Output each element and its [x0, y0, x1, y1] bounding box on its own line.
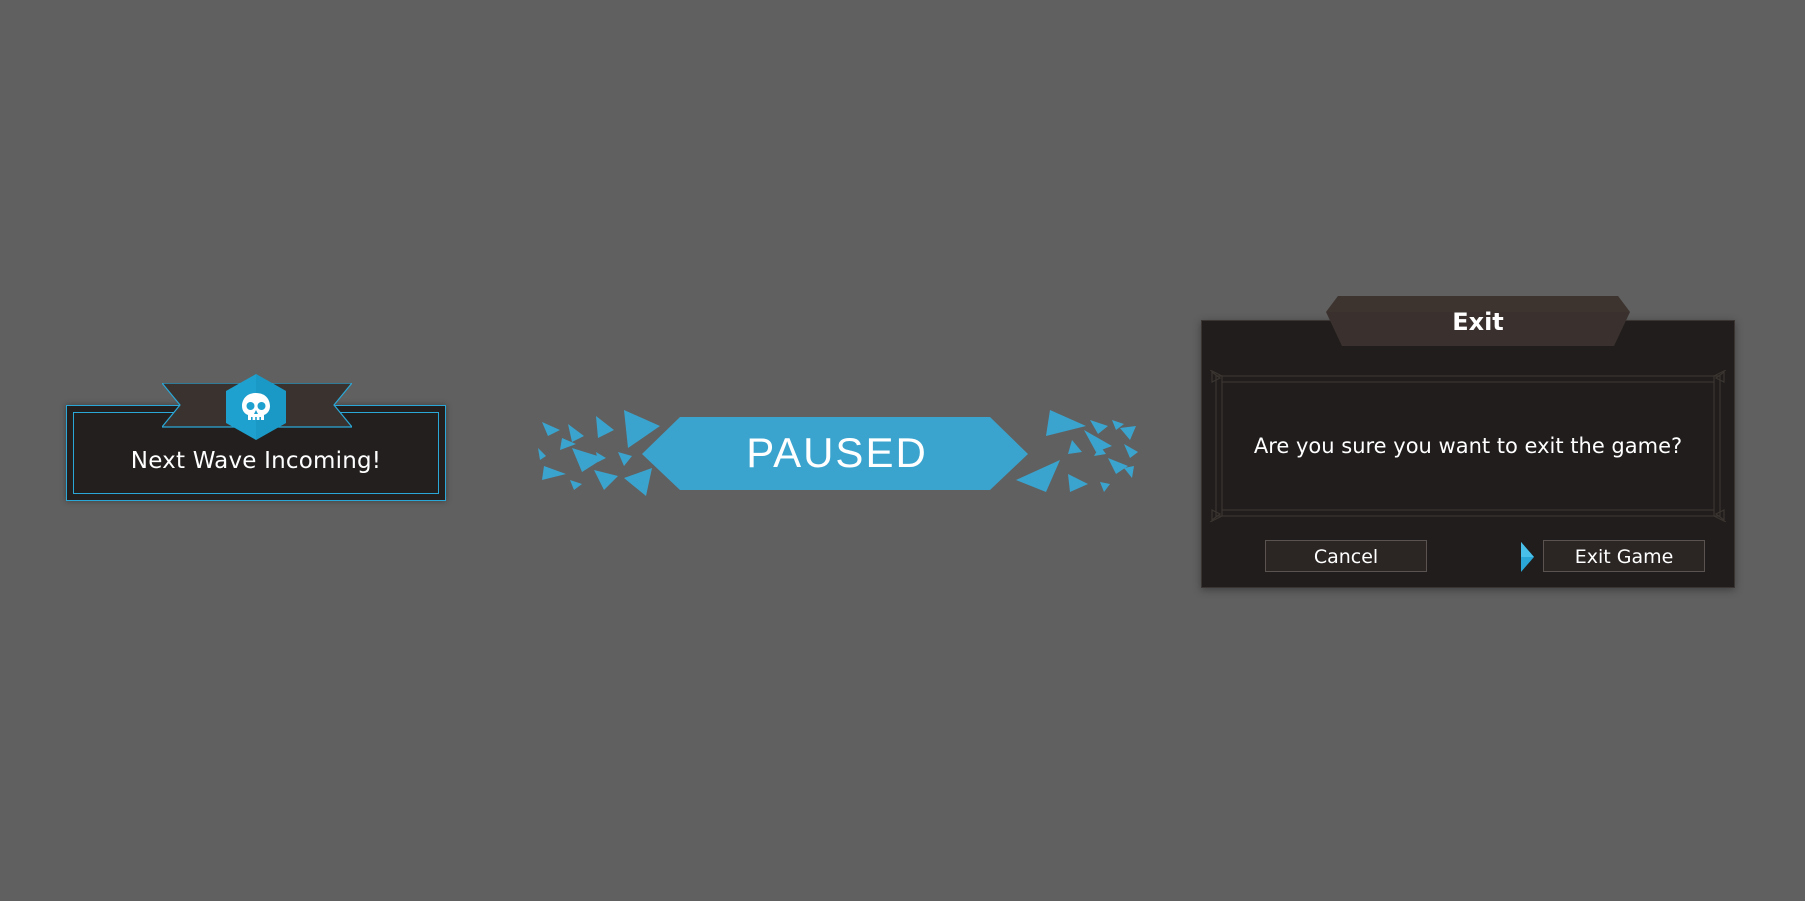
right-shards	[1016, 410, 1138, 492]
cancel-button[interactable]: Cancel	[1265, 540, 1427, 572]
exit-game-button[interactable]: Exit Game	[1543, 540, 1705, 572]
paused-banner: PAUSED	[534, 404, 1140, 504]
skull-icon	[226, 374, 286, 440]
wave-notification: Next Wave Incoming!	[66, 373, 448, 503]
exit-dialog-message: Are you sure you want to exit the game?	[1253, 434, 1683, 458]
exit-dialog-title: Exit	[1452, 308, 1504, 336]
selection-arrow-icon	[1521, 542, 1534, 572]
left-shards	[538, 410, 660, 496]
wave-message: Next Wave Incoming!	[130, 448, 382, 474]
paused-label: PAUSED	[746, 429, 928, 476]
exit-dialog: Exit Are you sure you want to exit the g…	[1200, 296, 1737, 592]
